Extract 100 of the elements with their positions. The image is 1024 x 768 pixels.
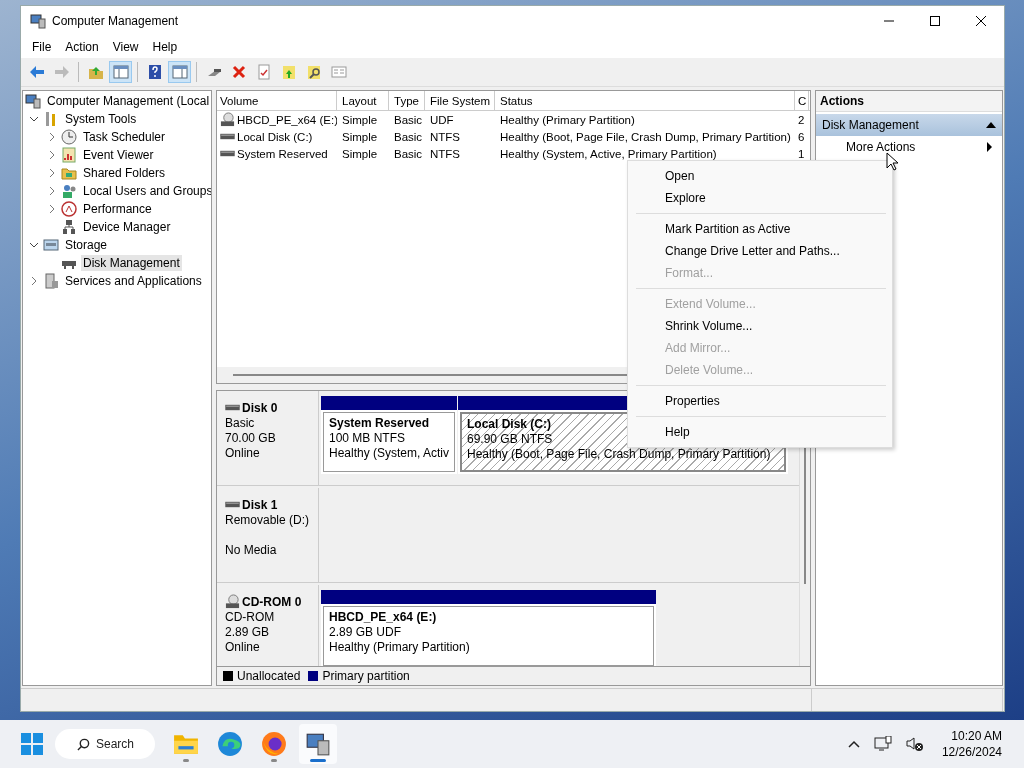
menu-item[interactable]: Shrink Volume... [628,315,892,337]
partition-detail: 69.90 GB NTFS [467,432,553,447]
panel-icon [171,64,188,80]
disk-name: CD-ROM 0 [242,594,302,609]
log-icon [61,147,77,163]
disk-type: Basic [225,416,256,431]
section-title: Disk Management [822,118,919,132]
column-header[interactable]: File System [425,91,495,110]
server-icon [43,273,59,289]
disk-name: Disk 1 [242,497,278,512]
toolbar-button[interactable] [168,61,191,83]
drive-icon [225,403,240,412]
column-header[interactable]: C [795,91,809,110]
tree-item[interactable]: Event Viewer [81,147,156,163]
expand-icon[interactable] [47,132,57,142]
chevron-up-icon[interactable] [847,740,860,748]
disk-name: Disk 0 [242,400,278,415]
action-link[interactable]: More Actions [846,140,916,154]
folder-up-icon [280,64,297,80]
clock-time[interactable]: 10:20 AM [951,728,1002,744]
table-cell-text: Basic [393,146,424,162]
help-icon [146,64,163,80]
legend-label: Primary partition [322,669,410,683]
collapse-icon[interactable] [29,114,39,124]
computer-icon [25,93,41,109]
panel-icon [112,64,129,80]
column-header[interactable]: Volume [217,91,337,110]
disk-size: 70.00 GB [225,431,277,446]
partition-detail: 2.89 GB UDF [329,625,402,640]
table-cell-text: Healthy (Boot, Page File, Crash Dump, Primary Partition) [499,129,792,145]
table-cell-text: Basic [393,112,424,128]
menu-item[interactable]: Action [58,40,106,54]
partition-block[interactable]: HBCD_PE_x64 (E:) 2.89 GB UDF Healthy (Primary Partition) [321,590,656,666]
cd-drive-icon [225,594,240,609]
collapse-icon[interactable] [986,122,996,128]
close-icon [975,15,987,27]
column-header[interactable]: Type [389,91,425,110]
drive-icon [225,500,240,509]
tree-item[interactable]: Storage [63,237,110,253]
table-cell-text: 6 [797,129,806,145]
partition-status: Healthy (System, Activ [329,446,450,461]
tree-item[interactable]: Task Scheduler [81,129,168,145]
x-icon [230,64,247,80]
folder-search-icon [305,64,322,80]
collapse-icon[interactable] [29,240,39,250]
tree-item[interactable]: Services and Applications [63,273,204,289]
checklist-icon [255,64,272,80]
device-icon [61,219,77,235]
table-cell-text: Simple [341,129,379,145]
menu-item[interactable]: Explore [628,187,892,209]
forward-arrow-icon [53,64,70,80]
actions-section[interactable]: Disk Management [816,114,1002,136]
table-cell-text: Simple [341,146,379,162]
browser-icon[interactable] [217,731,243,757]
table-cell-text: 2 [797,112,806,128]
table-cell-text: UDF [429,112,455,128]
table-cell: HBCD_PE_x64 (E:) [237,113,337,126]
start-button[interactable] [21,733,43,755]
menu-item[interactable]: Open [628,165,892,187]
network-icon[interactable] [873,736,892,752]
tree-item[interactable]: Device Manager [81,219,173,235]
table-cell-text: Healthy (Primary Partition) [499,112,636,128]
table-cell: System Reserved [237,147,328,160]
shared-folder-icon [61,165,77,181]
tree-item[interactable]: Computer Management (Local [45,93,211,109]
partition-name: Local Disk (C:) [467,417,551,432]
clock-date[interactable]: 12/26/2024 [941,744,1002,760]
menu-item[interactable]: Help [145,40,185,54]
expand-icon[interactable] [47,150,57,160]
tree-item[interactable]: Performance [81,201,154,217]
menu-item[interactable]: Change Drive Letter and Paths... [628,240,892,262]
expand-icon[interactable] [47,204,57,214]
disk-type: Removable (D:) [225,513,311,528]
tree-item[interactable]: Shared Folders [81,165,168,181]
gauge-icon [61,201,77,217]
menu-item[interactable]: View [105,40,146,54]
column-header[interactable]: Layout [337,91,389,110]
disk-status: Online [225,640,261,655]
expand-icon[interactable] [47,168,57,178]
expand-icon[interactable] [29,276,39,286]
menu-item[interactable]: File [25,40,59,54]
browser-icon[interactable] [261,731,287,757]
column-header[interactable]: Status [495,91,795,110]
window-title: Computer Management [52,14,179,28]
drive-icon [220,132,235,141]
partition-name: System Reserved [329,416,430,431]
partition-detail: 100 MB NTFS [329,431,406,446]
tree-item[interactable]: Disk Management [81,255,182,271]
partition-status: Healthy (Boot, Page File, Crash Dump, Primary Partition) [467,447,771,462]
tree-item[interactable]: System Tools [63,111,139,127]
menu-item[interactable]: Mark Partition as Active [628,218,892,240]
partition-block[interactable]: System Reserved 100 MB NTFS Healthy (System, Activ [321,396,457,474]
table-cell-text: Simple [341,112,379,128]
search-field[interactable]: Search [55,729,155,759]
search-icon [77,738,90,751]
expand-icon[interactable] [47,186,57,196]
toolbar-button[interactable] [109,61,132,83]
drive-icon [220,149,235,158]
speaker-muted-icon[interactable] [905,736,924,752]
computer-icon[interactable] [305,731,331,757]
